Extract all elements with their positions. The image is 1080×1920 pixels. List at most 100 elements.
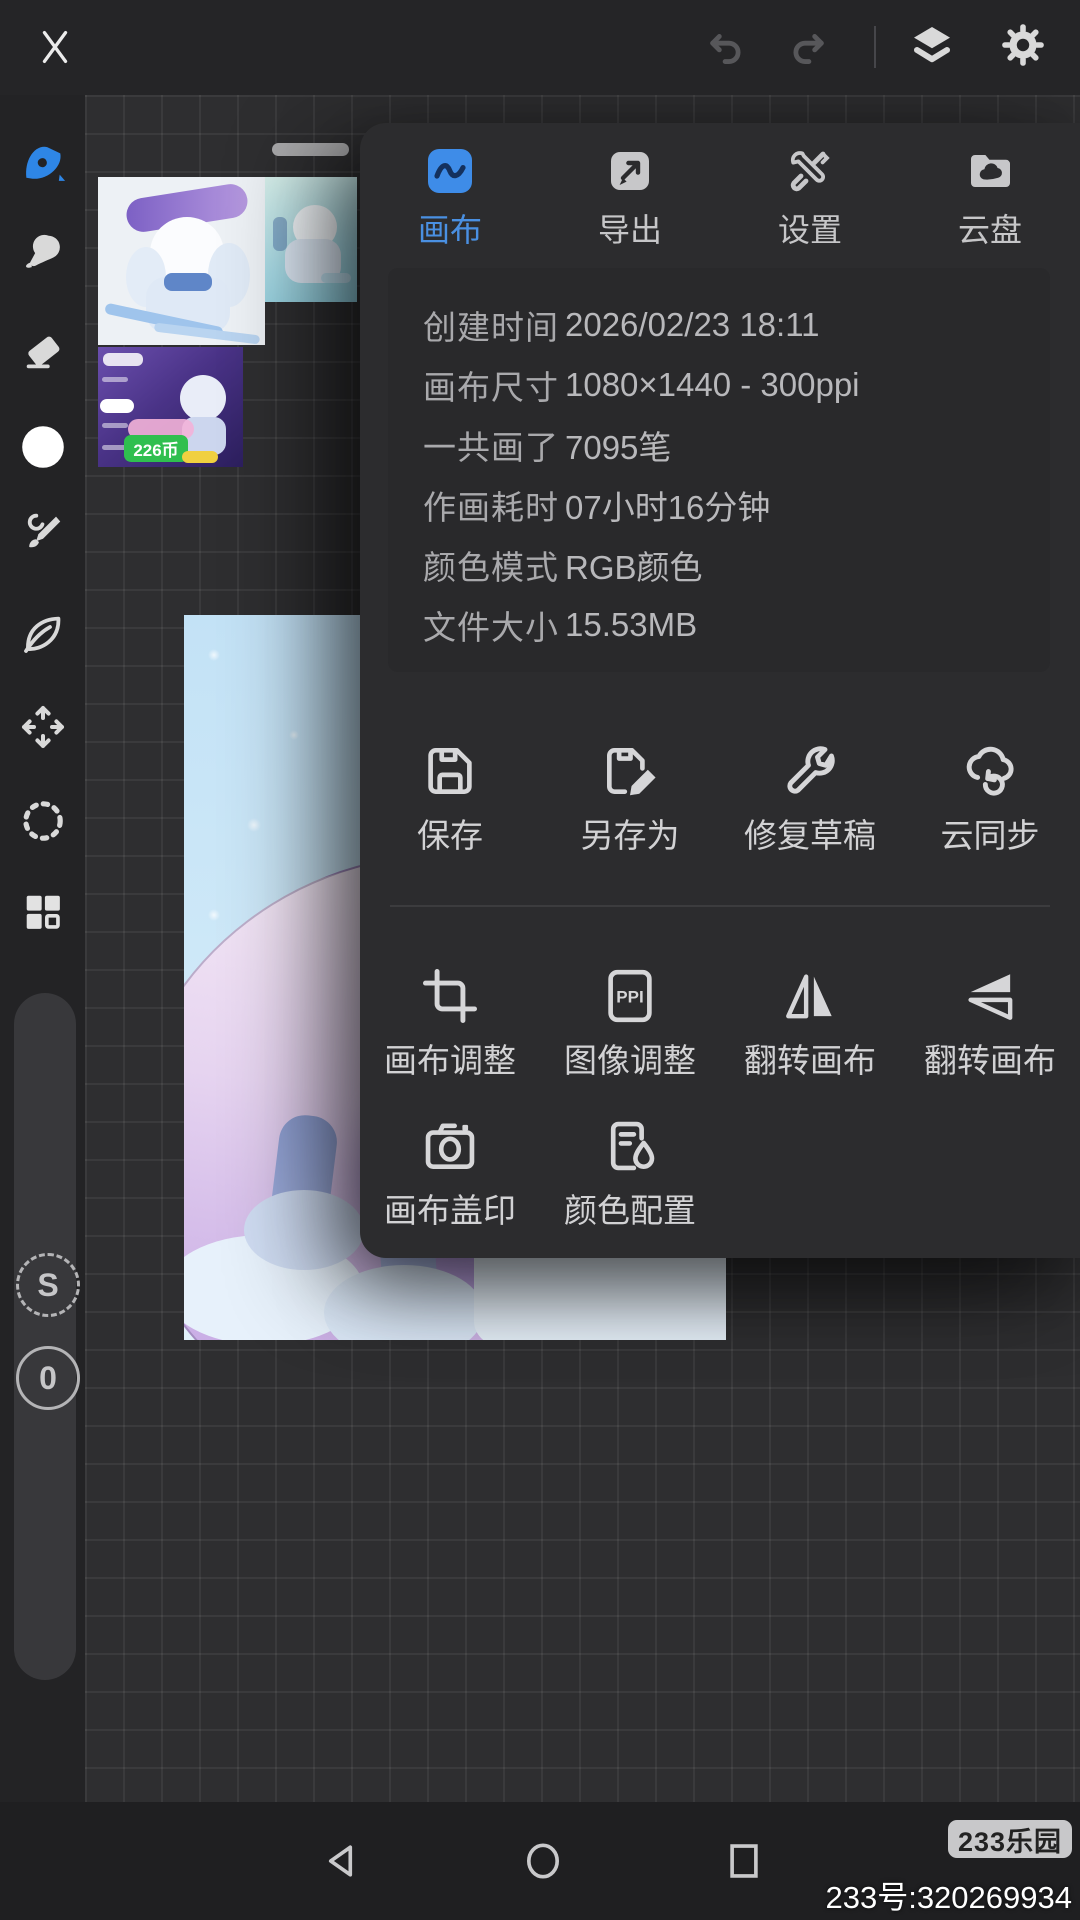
layout-grid-button[interactable]	[0, 876, 85, 948]
info-label: 文件大小	[423, 609, 559, 646]
canvas-adjust-button[interactable]: 画布调整	[360, 943, 540, 1093]
thumb-menu-line	[102, 377, 128, 382]
stabilizer-label: S	[37, 1266, 59, 1303]
nav-back-button[interactable]	[320, 1838, 366, 1884]
move-arrows-icon	[21, 706, 64, 748]
layers-icon	[914, 27, 950, 63]
image-adjust-button[interactable]: PPI 图像调整	[540, 943, 720, 1093]
info-row-color-mode: 颜色模式 RGB颜色	[388, 535, 1050, 595]
reference-thumbnail-game-ui[interactable]: 226币	[98, 347, 243, 467]
cloud-drive-tab-icon	[971, 155, 1010, 187]
redo-button[interactable]	[784, 24, 830, 70]
panel-divider	[390, 905, 1050, 907]
eraser-icon	[26, 336, 59, 369]
paint-tool-button[interactable]	[0, 496, 85, 568]
close-icon	[42, 30, 68, 64]
nav-home-button[interactable]	[520, 1838, 566, 1884]
reference-thumbnail-card[interactable]	[265, 177, 357, 302]
camera-icon	[425, 1123, 475, 1169]
tab-settings[interactable]: 设置	[720, 147, 900, 267]
info-value: RGB颜色	[565, 549, 703, 586]
smudge-tool-button[interactable]	[0, 216, 85, 288]
ppi-icon-text: PPI	[616, 988, 643, 1007]
info-value: 1080×1440 - 300ppi	[565, 366, 860, 403]
action-row-2: 画布调整 PPI 图像调整 翻转画布 翻转画布	[360, 943, 1080, 1093]
save-as-label: 另存为	[580, 817, 680, 854]
undo-icon	[710, 34, 741, 64]
brand-badge: 233乐园	[948, 1820, 1073, 1858]
action-row-3: 画布盖印 颜色配置	[360, 1093, 1080, 1243]
eraser-tool-button[interactable]	[0, 316, 85, 388]
info-value: 2026/02/23 18:11	[565, 306, 820, 343]
tab-cloud-drive[interactable]: 云盘	[900, 147, 1080, 267]
save-icon	[428, 748, 472, 794]
info-label: 一共画了	[423, 429, 559, 466]
canvas-settings-panel: 画布 导出 设置 云盘 创建时间 2026/02/23 18:11 画布尺寸 1…	[360, 123, 1080, 1258]
info-label: 画布尺寸	[423, 369, 559, 406]
ppi-icon: PPI	[608, 969, 652, 1023]
tab-settings-label: 设置	[777, 212, 842, 248]
lasso-select-button[interactable]	[0, 785, 85, 857]
action-row-1: 保存 另存为 修复草稿 云同步	[360, 718, 1080, 868]
flip-horizontal-icon	[786, 974, 832, 1019]
panel-tabs: 画布 导出 设置 云盘	[360, 147, 1080, 267]
leaf-tool-button[interactable]	[0, 598, 85, 670]
color-profile-button[interactable]: 颜色配置	[540, 1093, 720, 1243]
leaf-icon	[23, 616, 60, 653]
artwork-fluff	[244, 1190, 364, 1270]
crop-icon	[423, 969, 477, 1023]
cloud-sync-label: 云同步	[940, 817, 1040, 854]
save-as-button[interactable]: 另存为	[540, 718, 720, 868]
settings-tab-icon	[790, 151, 830, 192]
canvas-stamp-button[interactable]: 画布盖印	[360, 1093, 540, 1243]
account-id-text: 233号:320269934	[825, 1880, 1072, 1915]
save-button[interactable]: 保存	[360, 718, 540, 868]
info-value: 07小时16分钟	[565, 489, 771, 526]
canvas-tab-icon	[428, 149, 472, 193]
color-circle-icon	[21, 426, 64, 468]
tab-export[interactable]: 导出	[540, 147, 720, 267]
brush-icon	[25, 146, 65, 181]
gear-icon	[1002, 24, 1044, 66]
close-button[interactable]	[32, 24, 78, 70]
color-swatch-button[interactable]	[0, 411, 85, 483]
cloud-sync-button[interactable]: 云同步	[900, 718, 1080, 868]
save-as-icon	[607, 748, 656, 796]
info-row-strokes: 一共画了 7095笔	[388, 415, 1050, 475]
thumb-scarf	[164, 273, 212, 291]
tool-sidebar: S 0	[0, 95, 85, 1802]
info-value: 7095笔	[565, 429, 672, 466]
opacity-label: 0	[39, 1359, 57, 1396]
repair-draft-button[interactable]: 修复草稿	[720, 718, 900, 868]
tab-cloud-drive-label: 云盘	[957, 212, 1022, 248]
reference-thumbnail-ski[interactable]	[98, 177, 265, 345]
stabilizer-button[interactable]: S	[16, 1253, 80, 1317]
color-profile-label: 颜色配置	[564, 1192, 696, 1229]
settings-button[interactable]	[999, 21, 1047, 69]
thumb-deco	[321, 273, 351, 283]
brush-size-slider[interactable]	[14, 993, 76, 1680]
thumb-char-head	[180, 375, 226, 421]
thumb-coin-badge: 226币	[124, 435, 188, 462]
panel-drag-handle[interactable]	[272, 143, 349, 156]
layers-button[interactable]	[908, 21, 956, 69]
undo-button[interactable]	[704, 24, 750, 70]
flip-canvas-h-button[interactable]: 翻转画布	[720, 943, 900, 1093]
thumb-text-mark	[273, 217, 287, 251]
flip-canvas-v-label: 翻转画布	[924, 1042, 1056, 1079]
info-label: 创建时间	[423, 309, 559, 346]
brush-tool-button[interactable]	[0, 124, 85, 196]
grid-layout-icon	[26, 895, 60, 929]
app-screen: 226币 S 0 画布 导出 设置 云盘 创建时间 2026/02/23 18:…	[0, 0, 1080, 1920]
move-tool-button[interactable]	[0, 691, 85, 763]
opacity-button[interactable]: 0	[16, 1346, 80, 1410]
flip-canvas-v-button[interactable]: 翻转画布	[900, 943, 1080, 1093]
wrench-icon	[787, 746, 835, 794]
nav-recents-button[interactable]	[721, 1838, 767, 1884]
info-row-size: 画布尺寸 1080×1440 - 300ppi	[388, 355, 1050, 415]
tab-canvas[interactable]: 画布	[360, 147, 540, 267]
flip-vertical-icon	[968, 974, 1013, 1020]
color-profile-icon	[610, 1121, 655, 1171]
canvas-adjust-label: 画布调整	[384, 1042, 516, 1079]
lasso-icon	[22, 801, 63, 841]
